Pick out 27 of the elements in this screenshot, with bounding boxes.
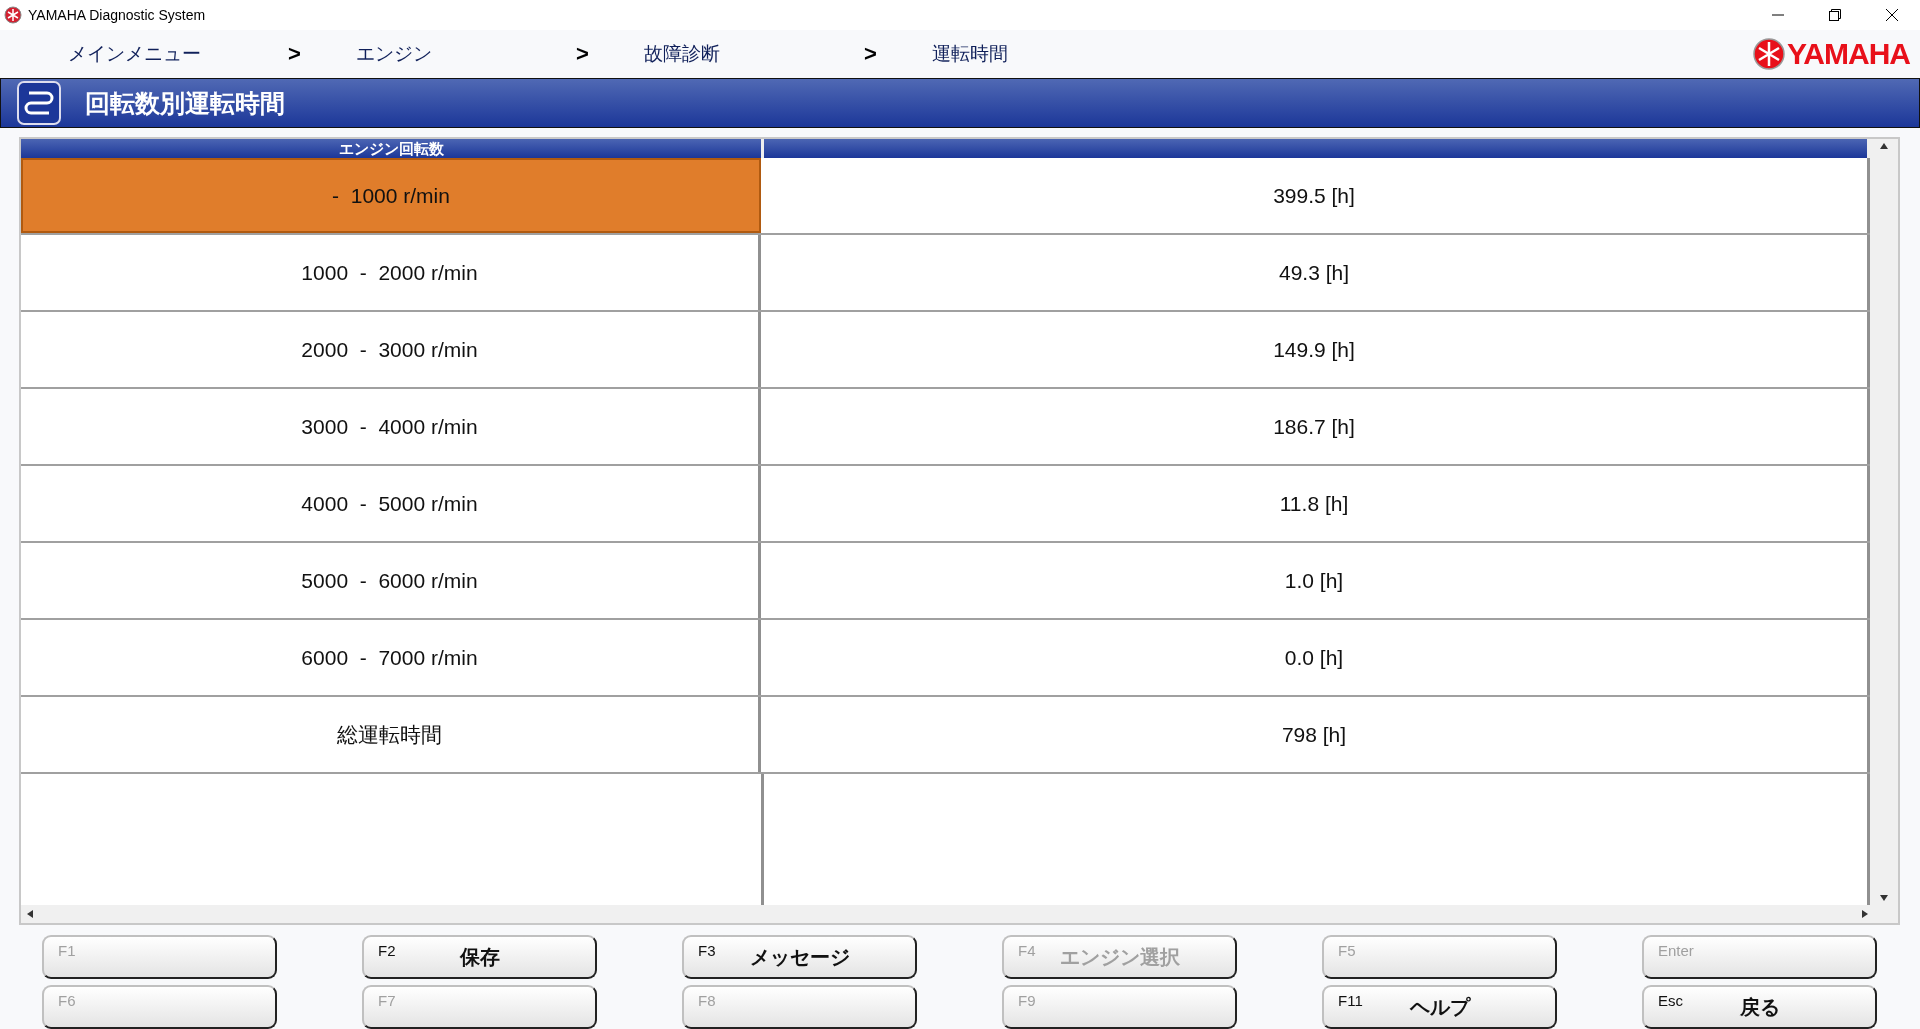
scroll-down-icon[interactable]: [1880, 895, 1888, 901]
scroll-left-icon[interactable]: [27, 910, 33, 918]
breadcrumb-item[interactable]: 故障診断: [644, 41, 864, 67]
column-header: エンジン回転数: [21, 139, 764, 158]
function-key-button[interactable]: F3 メッセージ: [682, 935, 917, 979]
minimize-icon[interactable]: [1771, 14, 1784, 16]
scroll-right-icon[interactable]: [1862, 910, 1868, 918]
breadcrumb-separator: >: [864, 41, 878, 67]
window-title: YAMAHA Diagnostic System: [28, 7, 206, 23]
horizontal-scrollbar[interactable]: [21, 905, 1898, 923]
breadcrumb-item[interactable]: エンジン: [356, 41, 576, 67]
logo-icon: [4, 6, 22, 24]
breadcrumb-separator: >: [576, 41, 590, 67]
vertical-scrollbar[interactable]: [1870, 139, 1898, 905]
breadcrumb-item[interactable]: メインメニュー: [68, 41, 288, 67]
page-title: 回転数別運転時間: [85, 87, 285, 119]
breadcrumb-item[interactable]: 運転時間: [932, 41, 1152, 67]
breadcrumb-separator: >: [288, 41, 302, 67]
table-cell[interactable]: - 1000 r/min: [21, 158, 761, 233]
restore-icon[interactable]: [1828, 9, 1841, 21]
function-key-button[interactable]: Esc 戻る: [1642, 985, 1877, 1029]
app-icon: [17, 81, 61, 125]
close-icon[interactable]: [1884, 8, 1899, 22]
brand-logo: YAMAHA: [1787, 36, 1910, 72]
scroll-up-icon[interactable]: [1880, 143, 1888, 149]
function-key-button[interactable]: F2 保存: [362, 935, 597, 979]
function-key-button[interactable]: F11 ヘルプ: [1322, 985, 1557, 1029]
